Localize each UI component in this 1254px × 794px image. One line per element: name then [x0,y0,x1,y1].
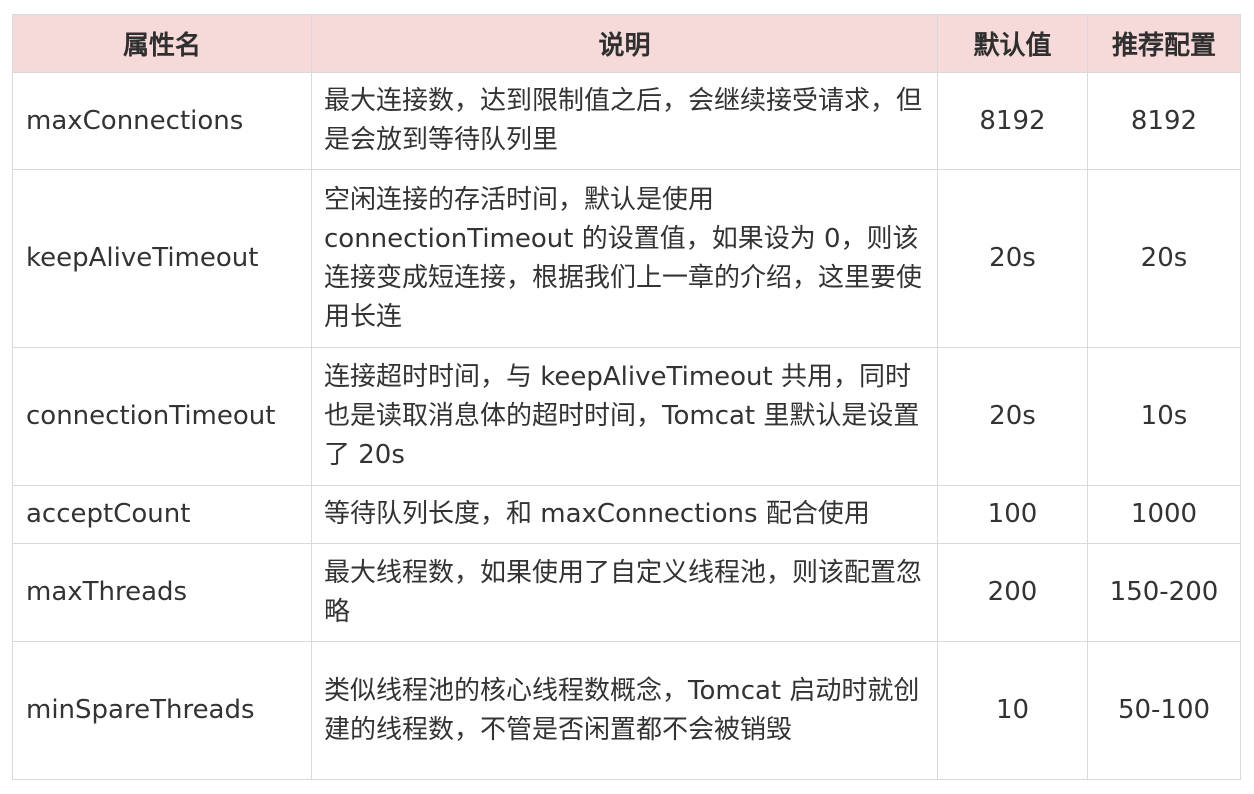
description-cell: 等待队列长度，和 maxConnections 配合使用 [311,485,938,544]
default-value-cell: 200 [937,543,1088,642]
description-cell: 类似线程池的核心线程数概念，Tomcat 启动时就创建的线程数，不管是否闲置都不… [311,641,938,780]
config-table-container: 属性名 说明 默认值 推荐配置 maxConnections 最大连接数，达到限… [12,14,1241,780]
table-row: maxThreads 最大线程数，如果使用了自定义线程池，则该配置忽略 200 … [12,543,1241,642]
default-value-cell: 8192 [937,72,1088,170]
default-value-cell: 20s [937,169,1088,348]
description-cell: 空闲连接的存活时间，默认是使用 connectionTimeout 的设置值，如… [311,169,938,348]
table-row: keepAliveTimeout 空闲连接的存活时间，默认是使用 connect… [12,169,1241,348]
default-value-cell: 10 [937,641,1088,780]
property-name-cell: keepAliveTimeout [12,169,312,348]
table-row: connectionTimeout 连接超时时间，与 keepAliveTime… [12,347,1241,486]
table-row: acceptCount 等待队列长度，和 maxConnections 配合使用… [12,485,1241,544]
description-cell: 连接超时时间，与 keepAliveTimeout 共用，同时也是读取消息体的超… [311,347,938,486]
table-row: maxConnections 最大连接数，达到限制值之后，会继续接受请求，但是会… [12,72,1241,170]
property-name-cell: minSpareThreads [12,641,312,780]
header-description: 说明 [311,14,938,73]
recommended-value-cell: 150-200 [1087,543,1241,642]
recommended-value-cell: 1000 [1087,485,1241,544]
recommended-value-cell: 8192 [1087,72,1241,170]
description-cell: 最大线程数，如果使用了自定义线程池，则该配置忽略 [311,543,938,642]
property-name-cell: maxThreads [12,543,312,642]
header-default-value: 默认值 [937,14,1088,73]
property-name-cell: connectionTimeout [12,347,312,486]
default-value-cell: 100 [937,485,1088,544]
description-cell: 最大连接数，达到限制值之后，会继续接受请求，但是会放到等待队列里 [311,72,938,170]
default-value-cell: 20s [937,347,1088,486]
recommended-value-cell: 10s [1087,347,1241,486]
recommended-value-cell: 20s [1087,169,1241,348]
header-property-name: 属性名 [12,14,312,73]
table-row: minSpareThreads 类似线程池的核心线程数概念，Tomcat 启动时… [12,641,1241,780]
tomcat-config-table: 属性名 说明 默认值 推荐配置 maxConnections 最大连接数，达到限… [12,14,1241,780]
table-header-row: 属性名 说明 默认值 推荐配置 [12,14,1241,73]
property-name-cell: maxConnections [12,72,312,170]
header-recommended-config: 推荐配置 [1087,14,1241,73]
recommended-value-cell: 50-100 [1087,641,1241,780]
property-name-cell: acceptCount [12,485,312,544]
